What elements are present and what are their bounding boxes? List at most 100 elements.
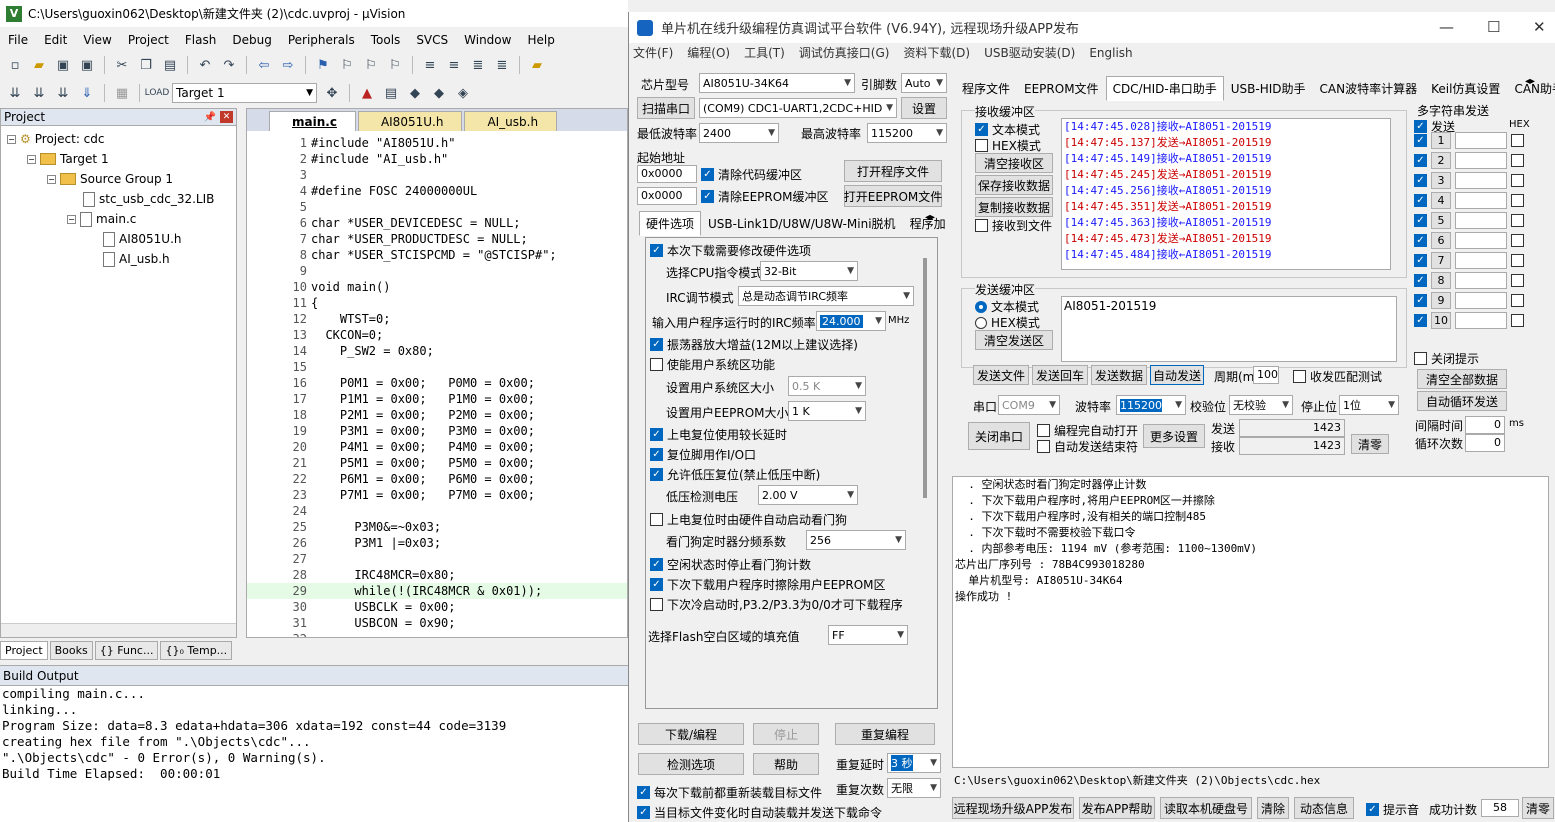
download-icon[interactable]: ⇓ xyxy=(78,84,96,102)
tx-text-mode[interactable]: 文本模式 xyxy=(975,298,1039,315)
multi-row-hex-checkbox[interactable] xyxy=(1511,174,1524,187)
option-idle-wd[interactable]: ✓ 空闲状态时停止看门狗计数 xyxy=(650,556,811,573)
receive-log[interactable]: [14:47:45.028]接收←AI8051-201519 [14:47:45.… xyxy=(1061,118,1391,270)
tree-file-header[interactable]: AI_usb.h xyxy=(103,249,170,269)
menu-project[interactable]: Project xyxy=(120,30,177,50)
option-hw-watchdog[interactable]: 上电复位时由硬件自动启动看门狗 xyxy=(650,511,847,528)
multi-row-checkbox[interactable]: ✓ xyxy=(1414,314,1427,327)
tx-hex-mode[interactable]: HEX模式 xyxy=(975,314,1040,331)
close-icon[interactable]: ✕ xyxy=(220,111,233,123)
tree-group[interactable]: − Source Group 1 xyxy=(47,169,173,189)
collapse-icon[interactable]: − xyxy=(67,214,76,224)
tab-serial-assistant[interactable]: CDC/HID-串口助手 xyxy=(1105,76,1224,101)
target-options-icon[interactable]: ✥ xyxy=(323,84,341,102)
multi-row-checkbox[interactable]: ✓ xyxy=(1414,294,1427,307)
option-low-voltage[interactable]: ✓ 允许低压复位(禁止低压中断) xyxy=(650,466,820,483)
app-help-button[interactable]: 发布APP帮助 xyxy=(1079,797,1155,819)
auto-end-checkbox[interactable]: 自动发送结束符 xyxy=(1037,438,1138,455)
find-in-files-icon[interactable]: ▰ xyxy=(528,56,546,74)
manage-components-icon[interactable]: ▲ xyxy=(358,84,376,102)
translate-icon[interactable]: ⇊ xyxy=(6,84,24,102)
multi-row-input[interactable] xyxy=(1455,172,1507,189)
menu-help[interactable]: Help xyxy=(519,30,562,50)
remote-upgrade-button[interactable]: 远程现场升级APP发布 xyxy=(952,797,1074,819)
uncomment-icon[interactable]: ≣ xyxy=(493,56,511,74)
multi-row-send-button[interactable]: 6 xyxy=(1431,232,1451,249)
multi-row-hex-checkbox[interactable] xyxy=(1511,314,1524,327)
multi-row-input[interactable] xyxy=(1455,192,1507,209)
redo-icon[interactable]: ↷ xyxy=(220,56,238,74)
multi-row-input[interactable] xyxy=(1455,312,1507,329)
auto-send-button[interactable]: 自动发送 xyxy=(1150,365,1204,385)
baud-select[interactable]: 115200 ▼ xyxy=(1116,395,1186,415)
tree-file-lib[interactable]: stc_usb_cdc_32.LIB xyxy=(83,189,214,209)
open-folder-icon[interactable]: ▰ xyxy=(30,56,48,74)
maximize-icon[interactable]: ☐ xyxy=(1487,18,1500,36)
scan-port-button[interactable]: 扫描串口 xyxy=(637,97,695,119)
parity-select[interactable]: 无校验 ▼ xyxy=(1229,395,1293,415)
read-disk-button[interactable]: 读取本机硬盘号 xyxy=(1160,797,1252,819)
beep-checkbox[interactable]: ✓ 提示音 xyxy=(1366,801,1419,818)
menu-tools[interactable]: Tools xyxy=(363,30,409,50)
close-icon[interactable]: ✕ xyxy=(1533,18,1546,36)
menu-view[interactable]: View xyxy=(75,30,119,50)
collapse-icon[interactable]: − xyxy=(7,134,16,144)
stop-button[interactable]: 停止 xyxy=(753,723,819,745)
tab-templates[interactable]: {}₀ Temp... xyxy=(160,640,233,660)
multi-row-hex-checkbox[interactable] xyxy=(1511,134,1524,147)
menu-peripherals[interactable]: Peripherals xyxy=(280,30,363,50)
rx-text-mode[interactable]: ✓ 文本模式 xyxy=(975,121,1040,138)
send-input[interactable]: AI8051-201519 xyxy=(1061,296,1397,362)
multi-row-checkbox[interactable]: ✓ xyxy=(1414,154,1427,167)
auto-reload-checkbox[interactable]: ✓ 当目标文件变化时自动装载并发送下载命令 xyxy=(637,804,882,821)
chip-select[interactable]: AI8051U-34K64 ▼ xyxy=(699,73,855,93)
tab-program-file[interactable]: 程序文件 xyxy=(955,76,1017,101)
cpu-mode-select[interactable]: 32-Bit ▼ xyxy=(760,261,858,281)
zero-count-button[interactable]: 清零 xyxy=(1351,434,1389,454)
multi-row-checkbox[interactable]: ✓ xyxy=(1414,174,1427,187)
settings-button[interactable]: 设置 xyxy=(901,97,947,119)
save-receive-button[interactable]: 保存接收数据 xyxy=(975,175,1053,195)
close-port-button[interactable]: 关闭串口 xyxy=(968,422,1030,450)
multi-row-checkbox[interactable]: ✓ xyxy=(1414,214,1427,227)
multi-row-checkbox[interactable]: ✓ xyxy=(1414,234,1427,247)
option-reset-io[interactable]: ✓ 复位脚用作I/O口 xyxy=(650,446,756,463)
code-editor[interactable]: main.c AI8051U.h AI_usb.h 1 #include "AI8… xyxy=(246,108,628,638)
multi-row-input[interactable] xyxy=(1455,252,1507,269)
multi-row-send-button[interactable]: 4 xyxy=(1431,192,1451,209)
pin-icon[interactable]: 📌 xyxy=(204,112,216,123)
auto-open-checkbox[interactable]: 编程完自动打开 xyxy=(1037,422,1138,439)
rx-hex-mode[interactable]: HEX模式 xyxy=(975,137,1041,154)
menu-usb-driver[interactable]: USB驱动安装(D) xyxy=(984,43,1075,63)
option-osc-gain[interactable]: ✓ 振荡器放大增益(12M以上建议选择) xyxy=(650,336,858,353)
tab-functions[interactable]: {} Func... xyxy=(94,640,159,660)
clear-log-button[interactable]: 清除 xyxy=(1257,797,1289,819)
menu-tools[interactable]: 工具(T) xyxy=(744,43,785,63)
repeat-program-button[interactable]: 重复编程 xyxy=(835,723,935,745)
build-icon[interactable]: ⇊ xyxy=(30,84,48,102)
multi-row-send-button[interactable]: 9 xyxy=(1431,292,1451,309)
tab-scroll-arrows[interactable]: ◂▸ xyxy=(1525,76,1535,87)
tab-can-baud[interactable]: CAN波特率计算器 xyxy=(1313,76,1425,101)
load-icon[interactable]: LOAD xyxy=(145,84,170,102)
repeat-count-select[interactable]: 无限 ▼ xyxy=(887,778,941,798)
multi-row-hex-checkbox[interactable] xyxy=(1511,214,1524,227)
menu-debug-interface[interactable]: 调试仿真接口(G) xyxy=(799,43,890,63)
multi-row-hex-checkbox[interactable] xyxy=(1511,194,1524,207)
loops-input[interactable]: 0 xyxy=(1465,434,1505,452)
pins-select[interactable]: Auto ▼ xyxy=(901,73,947,93)
copy-icon[interactable]: ❐ xyxy=(137,56,155,74)
match-test-checkbox[interactable]: 收发匹配测试 xyxy=(1293,368,1382,385)
tree-project[interactable]: − ⚙ Project: cdc xyxy=(7,129,105,149)
max-baud-select[interactable]: 115200 ▼ xyxy=(867,123,947,143)
multi-row-input[interactable] xyxy=(1455,272,1507,289)
repeat-delay-select[interactable]: 3 秒 ▼ xyxy=(887,753,941,773)
sys-size-select[interactable]: 0.5 K ▼ xyxy=(788,376,866,396)
multi-row-hex-checkbox[interactable] xyxy=(1511,234,1524,247)
port-select[interactable]: (COM9) CDC1-UART1,2CDC+HID ▼ xyxy=(699,98,897,118)
indent-icon[interactable]: ≡ xyxy=(421,56,439,74)
eeprom-size-select[interactable]: 1 K ▼ xyxy=(788,401,866,421)
clear-send-button[interactable]: 清空发送区 xyxy=(975,330,1053,350)
menu-edit[interactable]: Edit xyxy=(36,30,75,50)
download-program-button[interactable]: 下载/编程 xyxy=(638,723,744,745)
